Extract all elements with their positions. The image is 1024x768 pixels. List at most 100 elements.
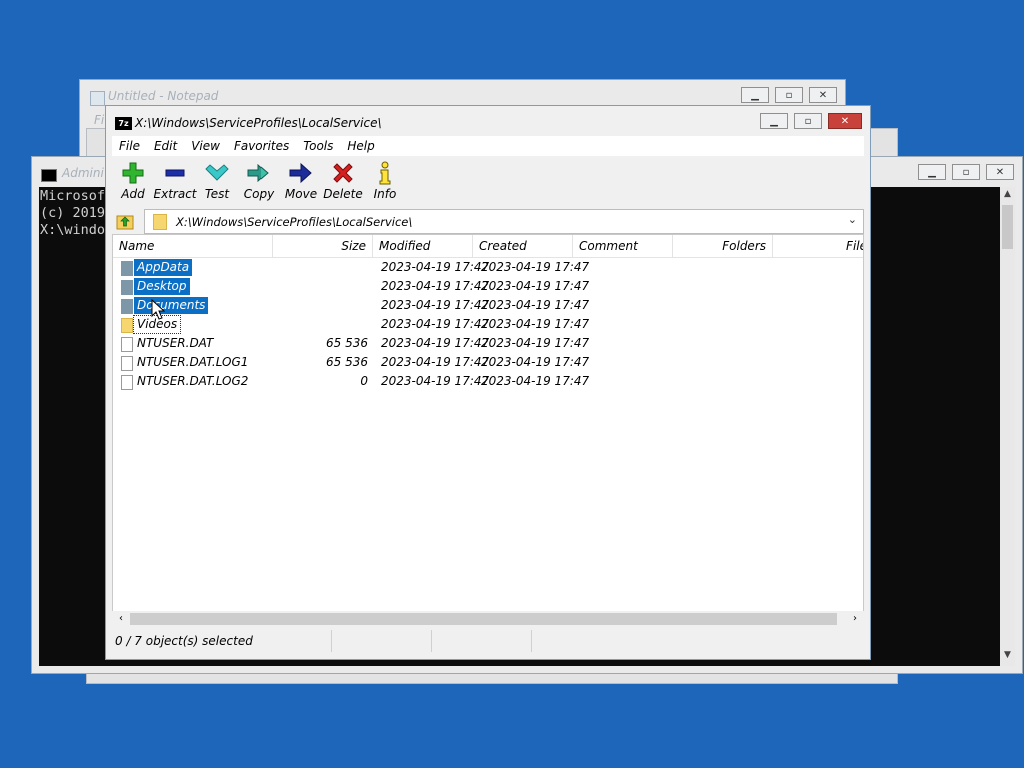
scroll-thumb[interactable] xyxy=(1002,205,1013,249)
address-bar: X:\Windows\ServiceProfiles\LocalService\… xyxy=(112,209,864,234)
minimize-button[interactable]: ▁ xyxy=(760,113,788,129)
column-comment[interactable]: Comment xyxy=(573,235,673,257)
file-icon xyxy=(121,356,133,371)
column-header: Name Size Modified Created Comment Folde… xyxy=(113,235,863,258)
caption-buttons: ▁ ▫ ✕ xyxy=(760,113,862,129)
file-rows: AppData 2023-04-19 17:47 2023-04-19 17:47 D… xyxy=(113,258,863,391)
console-scrollbar[interactable]: ▲ ▼ xyxy=(1000,187,1015,666)
7zip-window[interactable]: 7z X:\Windows\ServiceProfiles\LocalServi… xyxy=(105,105,871,660)
file-created: 2023-04-19 17:47 xyxy=(481,336,590,350)
scroll-right-icon[interactable]: › xyxy=(848,611,862,627)
maximize-button[interactable]: ▫ xyxy=(794,113,822,129)
close-button[interactable]: ✕ xyxy=(809,87,837,103)
add-button[interactable]: Add xyxy=(112,158,154,208)
column-created[interactable]: Created xyxy=(473,235,573,257)
file-name: NTUSER.DAT xyxy=(137,336,214,350)
notepad-icon xyxy=(90,91,105,106)
file-size xyxy=(273,277,368,296)
file-created: 2023-04-19 17:47 xyxy=(481,374,590,388)
file-size xyxy=(273,258,368,277)
path-input[interactable]: X:\Windows\ServiceProfiles\LocalService\… xyxy=(144,209,864,234)
selection-status: 0 / 7 object(s) selected xyxy=(112,630,332,652)
column-files[interactable]: File xyxy=(773,235,863,257)
folder-up-icon xyxy=(116,215,134,230)
minimize-button[interactable]: ▁ xyxy=(741,87,769,103)
column-size[interactable]: Size xyxy=(273,235,373,257)
column-modified[interactable]: Modified xyxy=(373,235,473,257)
plus-icon xyxy=(122,158,144,188)
info-icon xyxy=(378,158,392,188)
status-bar: 0 / 7 object(s) selected xyxy=(112,630,864,652)
file-modified: 2023-04-19 17:47 xyxy=(381,260,490,274)
file-modified: 2023-04-19 17:47 xyxy=(381,279,490,293)
info-button[interactable]: Info xyxy=(364,158,406,208)
menu-file[interactable]: File xyxy=(112,139,147,153)
file-created: 2023-04-19 17:47 xyxy=(481,298,590,312)
notepad-caption-buttons: ▁ ▫ ✕ xyxy=(741,87,837,103)
menu-bar: File Edit View Favorites Tools Help xyxy=(112,136,864,156)
file-created: 2023-04-19 17:47 xyxy=(481,260,590,274)
file-row[interactable]: NTUSER.DAT.LOG1 65 536 2023-04-19 17:47 202… xyxy=(113,353,863,372)
console-title: Admini xyxy=(62,166,104,180)
file-icon xyxy=(121,375,133,390)
file-row[interactable]: Videos 2023-04-19 17:47 2023-04-19 17:47 xyxy=(113,315,863,334)
notepad-title: Untitled - Notepad xyxy=(108,89,219,103)
move-button[interactable]: Move xyxy=(280,158,322,208)
file-name: Desktop xyxy=(134,278,190,295)
file-name: AppData xyxy=(134,259,193,276)
folder-icon xyxy=(121,280,133,295)
arrow-right-icon xyxy=(289,158,313,188)
check-icon xyxy=(205,158,229,188)
scroll-down-icon[interactable]: ▼ xyxy=(1000,650,1015,664)
file-row[interactable]: Documents 2023-04-19 17:47 2023-04-19 17:4… xyxy=(113,296,863,315)
file-modified: 2023-04-19 17:47 xyxy=(381,336,490,350)
file-size: 65 536 xyxy=(326,336,368,350)
scroll-left-icon[interactable]: ‹ xyxy=(114,611,128,627)
maximize-button[interactable]: ▫ xyxy=(775,87,803,103)
file-row[interactable]: NTUSER.DAT 65 536 2023-04-19 17:47 2023-04-… xyxy=(113,334,863,353)
delete-label: Delete xyxy=(323,187,363,201)
delete-button[interactable]: Delete xyxy=(322,158,364,208)
file-row[interactable]: AppData 2023-04-19 17:47 2023-04-19 17:47 xyxy=(113,258,863,277)
close-button[interactable]: ✕ xyxy=(828,113,862,129)
test-button[interactable]: Test xyxy=(196,158,238,208)
notepad-menu-file[interactable]: Fi xyxy=(94,113,104,127)
menu-view[interactable]: View xyxy=(184,139,227,153)
maximize-button[interactable]: ▫ xyxy=(952,164,980,180)
chevron-down-icon[interactable]: ⌄ xyxy=(848,213,857,226)
add-label: Add xyxy=(121,187,145,201)
menu-tools[interactable]: Tools xyxy=(296,139,340,153)
folder-up-button[interactable] xyxy=(115,211,135,231)
extract-button[interactable]: Extract xyxy=(153,158,197,208)
toolbar: Add Extract Test Copy Move Delete Info xyxy=(112,158,864,208)
menu-help[interactable]: Help xyxy=(340,139,381,153)
status-cell xyxy=(432,630,532,652)
file-row[interactable]: Desktop 2023-04-19 17:47 2023-04-19 17:47 xyxy=(113,277,863,296)
scroll-thumb[interactable] xyxy=(130,613,837,625)
close-button[interactable]: ✕ xyxy=(986,164,1014,180)
move-label: Move xyxy=(284,187,318,201)
folder-icon xyxy=(121,318,133,333)
status-cell xyxy=(332,630,432,652)
file-list[interactable]: Name Size Modified Created Comment Folde… xyxy=(112,234,864,627)
minimize-button[interactable]: ▁ xyxy=(918,164,946,180)
file-row[interactable]: NTUSER.DAT.LOG2 0 2023-04-19 17:47 2023-04-… xyxy=(113,372,863,391)
file-name: Documents xyxy=(134,297,209,314)
menu-favorites[interactable]: Favorites xyxy=(227,139,296,153)
test-label: Test xyxy=(204,187,230,201)
menu-edit[interactable]: Edit xyxy=(147,139,184,153)
info-label: Info xyxy=(373,187,397,201)
horizontal-scrollbar[interactable]: ‹ › xyxy=(112,611,864,627)
column-folders[interactable]: Folders xyxy=(673,235,773,257)
minus-icon xyxy=(164,158,186,188)
7zip-titlebar[interactable]: 7z X:\Windows\ServiceProfiles\LocalServi… xyxy=(106,106,870,136)
column-name[interactable]: Name xyxy=(113,235,273,257)
folder-icon xyxy=(121,299,133,314)
scroll-up-icon[interactable]: ▲ xyxy=(1000,189,1015,203)
file-created: 2023-04-19 17:47 xyxy=(481,317,590,331)
extract-label: Extract xyxy=(153,187,197,201)
copy-button[interactable]: Copy xyxy=(238,158,280,208)
file-modified: 2023-04-19 17:47 xyxy=(381,355,490,369)
7zip-app-icon: 7z xyxy=(115,117,132,130)
mouse-cursor-icon xyxy=(151,299,165,320)
